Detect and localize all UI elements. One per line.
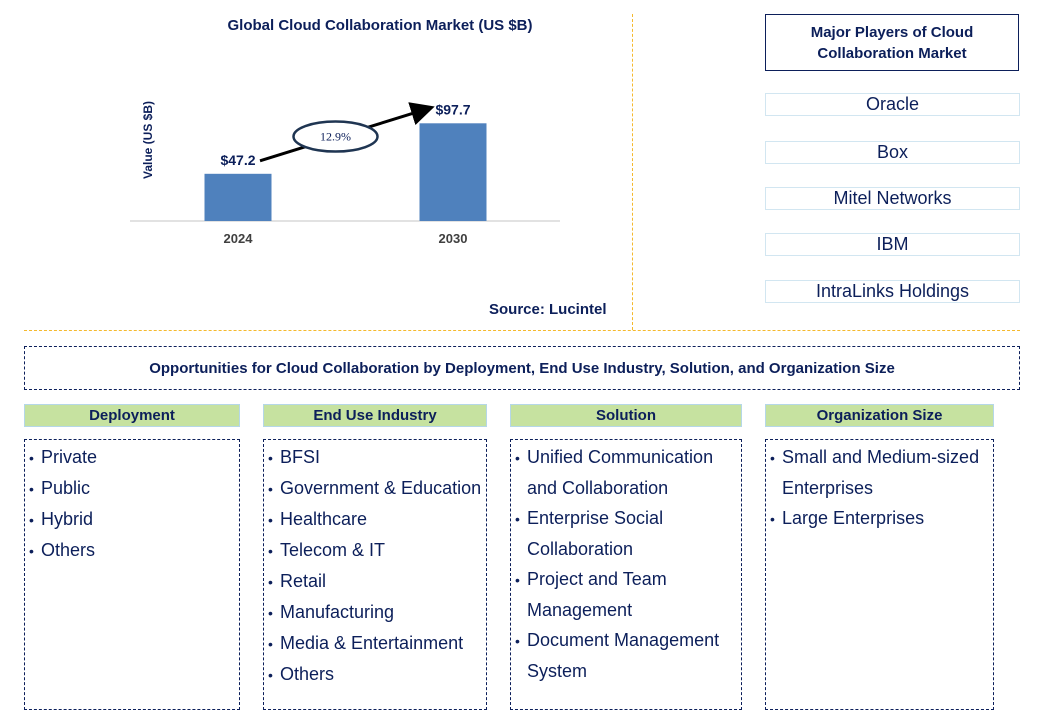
- bar-2030: [419, 123, 487, 221]
- vertical-divider: [632, 14, 633, 330]
- category-header-end-use-industry: End Use Industry: [263, 404, 487, 427]
- list-item: Small and Medium-sized Enterprises: [770, 442, 993, 503]
- cagr-annotation: 12.9%: [259, 102, 435, 163]
- category-list-deployment: PrivatePublicHybridOthers: [24, 439, 240, 710]
- category-header-deployment: Deployment: [24, 404, 240, 427]
- list-item: Healthcare: [268, 504, 484, 535]
- list-item: Retail: [268, 566, 484, 597]
- opportunities-title-label: Opportunities for Cloud Collaboration by…: [149, 359, 895, 377]
- bar-chart: Value (US $B) $47.2 2024 $97.7 2030 12.9%: [130, 101, 560, 246]
- bar-2024: [204, 173, 272, 221]
- category-header-solution: Solution: [510, 404, 742, 427]
- opportunities-title: Opportunities for Cloud Collaboration by…: [24, 346, 1020, 390]
- source-label: Source: Lucintel: [489, 301, 607, 318]
- category-list-organization-size: Small and Medium-sized EnterprisesLarge …: [765, 439, 994, 710]
- y-axis-label: Value (US $B): [141, 101, 155, 179]
- list-item: Telecom & IT: [268, 535, 484, 566]
- list-item: Government & Education: [268, 473, 484, 504]
- cagr-label: 12.9%: [320, 130, 351, 144]
- players-header-label: Major Players of Cloud Collaboration Mar…: [810, 23, 974, 62]
- players-header: Major Players of Cloud Collaboration Mar…: [765, 14, 1019, 71]
- list-item: Private: [29, 442, 239, 473]
- list-item: Large Enterprises: [770, 503, 993, 534]
- list-item: Manufacturing: [268, 597, 484, 628]
- category-list-solution: Unified Communication and CollaborationE…: [510, 439, 742, 710]
- list-item: Hybrid: [29, 504, 239, 535]
- list-item: Enterprise Social Collaboration: [515, 503, 741, 564]
- player-item: Mitel Networks: [765, 187, 1020, 210]
- list-item: Public: [29, 473, 239, 504]
- list-item: Others: [268, 659, 484, 690]
- list-item: BFSI: [268, 442, 484, 473]
- category-header-organization-size: Organization Size: [765, 404, 994, 427]
- category-list-end-use-industry: BFSIGovernment & EducationHealthcareTele…: [263, 439, 487, 710]
- player-item: Box: [765, 141, 1020, 164]
- chart-title: Global Cloud Collaboration Market (US $B…: [227, 17, 533, 34]
- player-item: IntraLinks Holdings: [765, 280, 1020, 303]
- player-item: Oracle: [765, 93, 1020, 116]
- x-tick-label: 2030: [439, 231, 468, 246]
- list-item: Others: [29, 535, 239, 566]
- player-item: IBM: [765, 233, 1020, 256]
- data-label: $47.2: [220, 152, 255, 168]
- x-tick-label: 2024: [224, 231, 254, 246]
- list-item: Document Management System: [515, 625, 741, 686]
- data-label: $97.7: [435, 101, 470, 117]
- list-item: Media & Entertainment: [268, 628, 484, 659]
- list-item: Unified Communication and Collaboration: [515, 442, 741, 503]
- horizontal-divider: [24, 330, 1020, 331]
- list-item: Project and Team Management: [515, 564, 741, 625]
